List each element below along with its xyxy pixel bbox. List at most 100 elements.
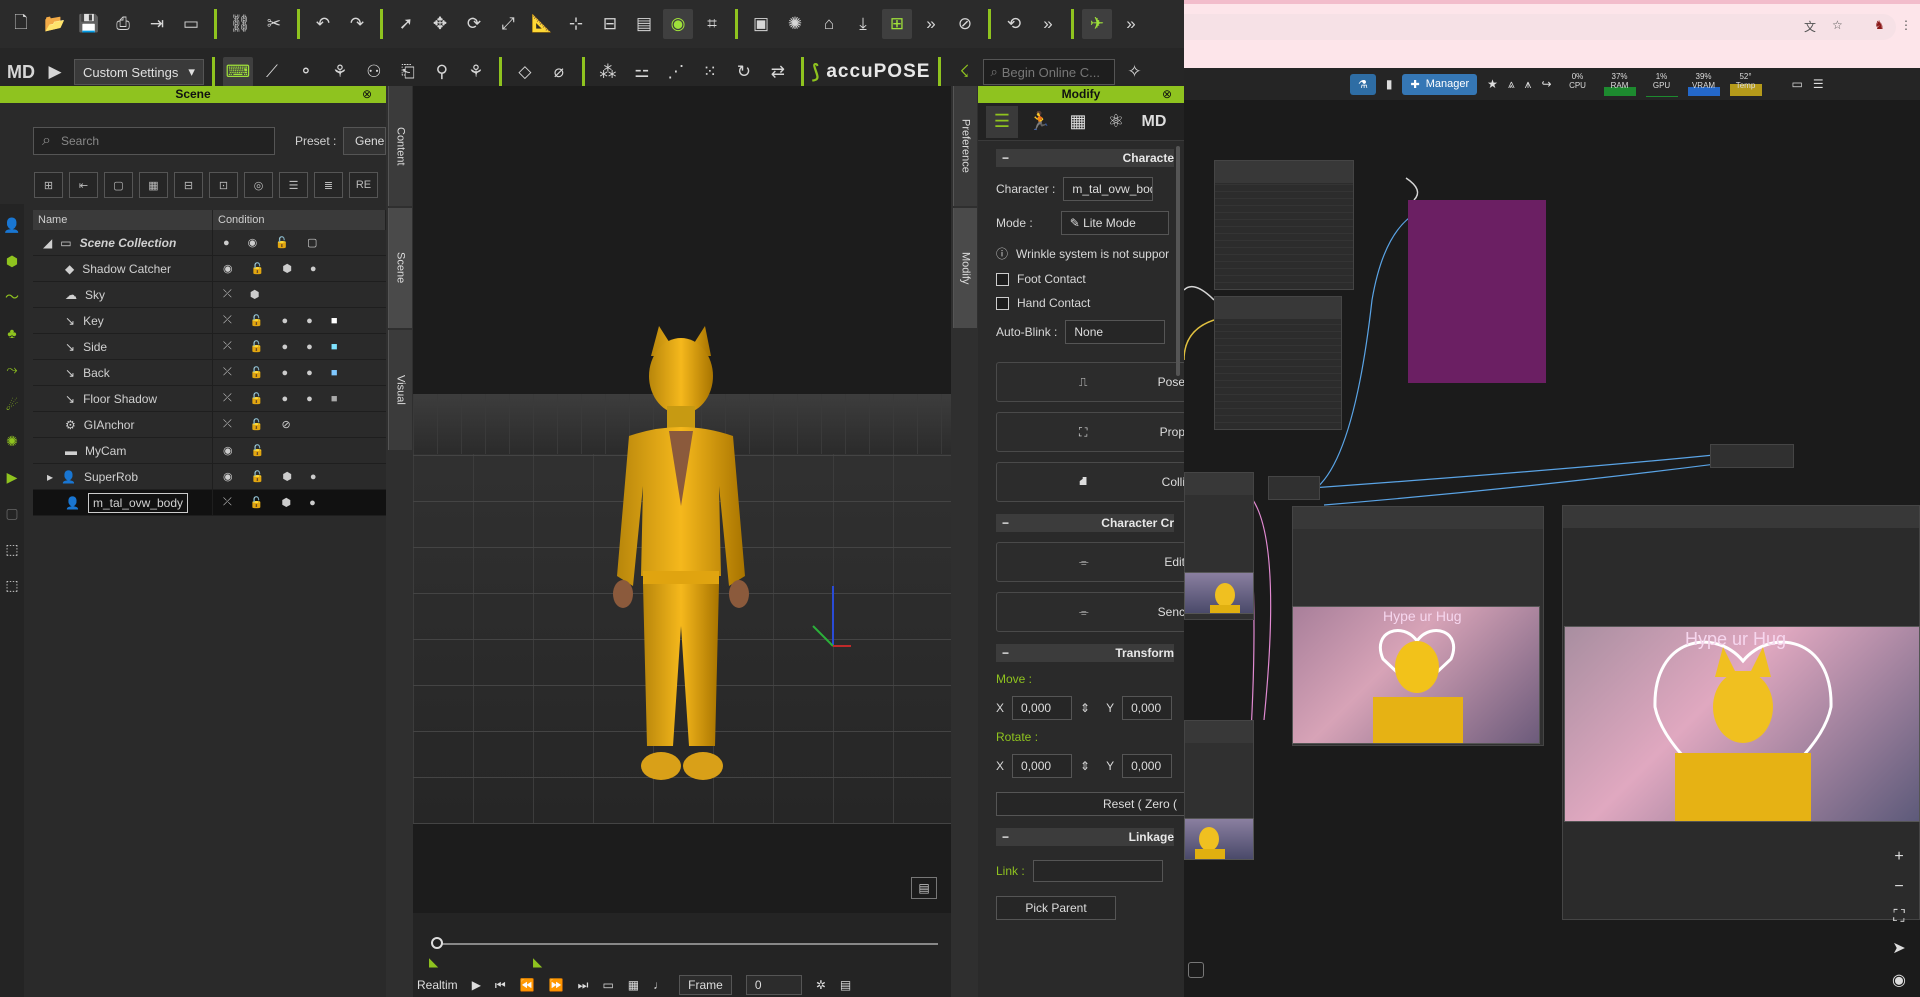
- zoom-in-icon[interactable]: +: [1894, 848, 1903, 866]
- import-icon[interactable]: ⎙: [108, 9, 138, 39]
- rotate-x-input[interactable]: 0,000: [1012, 754, 1073, 778]
- section-character-creator[interactable]: − Character Cr: [996, 514, 1174, 532]
- online-search-input[interactable]: ⌕ Begin Online C...: [983, 59, 1116, 85]
- subtitle-icon[interactable]: ▦: [628, 978, 639, 992]
- gamepad-icon[interactable]: ⌨: [222, 57, 253, 87]
- tab-modify[interactable]: Modify: [953, 208, 977, 328]
- hidden-eye-icon[interactable]: ⤫: [223, 366, 232, 379]
- node-box[interactable]: [1214, 160, 1354, 290]
- light-icon[interactable]: ✺: [780, 9, 810, 39]
- node-header[interactable]: [1563, 506, 1919, 528]
- motion-filter-icon[interactable]: 〜: [0, 282, 24, 312]
- new-collection-icon[interactable]: ⊞: [34, 172, 63, 198]
- list-detail-icon[interactable]: ≣: [314, 172, 343, 198]
- lock-icon[interactable]: 🔓: [250, 314, 264, 327]
- export-icon[interactable]: ⇥: [142, 9, 172, 39]
- walk-icon[interactable]: ⚲: [427, 57, 457, 87]
- camera-filter-icon[interactable]: ▶: [0, 462, 24, 492]
- foot-contact-checkbox[interactable]: [996, 272, 1009, 286]
- motion-icon[interactable]: 🏃: [1024, 106, 1056, 138]
- save-icon[interactable]: 💾: [74, 9, 104, 39]
- eye-icon[interactable]: ◉: [223, 444, 233, 457]
- table-row[interactable]: ☁ Sky ⤫ ⬢: [33, 282, 386, 308]
- effect-filter-icon[interactable]: ✺: [0, 426, 24, 456]
- section-transform[interactable]: − Transform: [996, 644, 1174, 662]
- table-row[interactable]: ↘ Key ⤫ 🔓 ● ● ■: [33, 308, 386, 334]
- view-icon[interactable]: ◎: [244, 172, 273, 198]
- fit-view-icon[interactable]: ⛶: [1893, 908, 1904, 926]
- table-row[interactable]: ↘ Floor Shadow ⤫ 🔓 ● ● ■: [33, 386, 386, 412]
- thumbnail-image[interactable]: [1184, 818, 1254, 860]
- play-icon[interactable]: ▶: [472, 978, 481, 992]
- camera-rotate-icon[interactable]: ⟲: [999, 9, 1029, 39]
- accupose-button[interactable]: ⟆ accuPOSE: [812, 61, 931, 84]
- list-icon[interactable]: ☰: [279, 172, 308, 198]
- lock-icon[interactable]: 🔓: [250, 392, 264, 405]
- node-box[interactable]: [1268, 476, 1320, 500]
- move-y-input[interactable]: 0,000: [1122, 696, 1173, 720]
- stepper-icon[interactable]: ⇕: [1080, 701, 1090, 715]
- table-row[interactable]: ⚙ GIAnchor ⤫ 🔓 ⊘: [33, 412, 386, 438]
- crowd-icon[interactable]: ⚇: [359, 57, 389, 87]
- sphere-icon[interactable]: ●: [306, 341, 313, 353]
- lock-icon[interactable]: 🔓: [275, 236, 289, 249]
- footstep-icon[interactable]: ⚘: [461, 57, 491, 87]
- close-icon[interactable]: ⊗: [362, 86, 372, 103]
- physics-icon[interactable]: ⚛: [1100, 106, 1132, 138]
- prop-button[interactable]: ⛶ Prop: [996, 412, 1184, 452]
- cube-icon[interactable]: ⬢: [282, 496, 292, 509]
- dot-icon[interactable]: ●: [282, 393, 289, 405]
- preset-dropdown[interactable]: Gene: [343, 127, 386, 155]
- prop-filter-icon[interactable]: ⬢: [0, 246, 24, 276]
- custom-settings-dropdown[interactable]: Custom Settings ▾: [74, 59, 204, 85]
- hidden-eye-icon[interactable]: ⤫: [223, 340, 232, 353]
- nodes-icon[interactable]: ⋰: [661, 57, 691, 87]
- window-icon[interactable]: ▣: [746, 9, 776, 39]
- forward-icon[interactable]: ⏩: [549, 978, 564, 992]
- attributes-icon[interactable]: ☰: [986, 105, 1018, 138]
- lock-icon[interactable]: 🔓: [251, 470, 265, 483]
- grid-dots-icon[interactable]: ⁙: [695, 57, 725, 87]
- table-row[interactable]: ▬ MyCam ◉ 🔓: [33, 438, 386, 464]
- section-linkage[interactable]: − Linkage: [996, 828, 1174, 846]
- rename-icon[interactable]: RE: [349, 172, 378, 198]
- move-x-input[interactable]: 0,000: [1012, 696, 1073, 720]
- add-node-icon[interactable]: ⊞: [882, 9, 912, 39]
- undo-icon[interactable]: ↶: [308, 9, 338, 39]
- character-figure[interactable]: [581, 326, 781, 826]
- link-icon[interactable]: ⛓: [225, 9, 255, 39]
- output-image[interactable]: Hype ur Hug: [1564, 626, 1920, 822]
- lock-icon[interactable]: 🔓: [251, 262, 265, 275]
- motion-icon[interactable]: ⚘: [325, 57, 355, 87]
- column-condition[interactable]: Condition: [213, 210, 386, 230]
- hidden-eye-icon[interactable]: ⤫: [223, 288, 232, 301]
- sphere-icon[interactable]: ●: [310, 263, 317, 275]
- section-character[interactable]: − Characte: [996, 149, 1174, 167]
- end-marker-icon[interactable]: ◣: [533, 955, 542, 969]
- dot-icon[interactable]: ●: [282, 315, 289, 327]
- visibility-eye-icon[interactable]: ◉: [663, 9, 693, 39]
- lock-icon[interactable]: 🔓: [250, 340, 264, 353]
- select-box-icon[interactable]: ⬚: [0, 534, 24, 564]
- avatar-filter-icon[interactable]: 👤: [0, 210, 24, 240]
- node-header[interactable]: [1215, 161, 1353, 183]
- plugin-icon[interactable]: ☇: [949, 57, 979, 87]
- collision-button[interactable]: ⛘ Colli: [996, 462, 1184, 502]
- timeline-track[interactable]: [433, 943, 938, 945]
- sphere-icon[interactable]: ●: [306, 315, 313, 327]
- pose-button[interactable]: ⎍ Pose: [996, 362, 1184, 402]
- hand-contact-checkbox[interactable]: [996, 296, 1009, 310]
- pick-parent-button[interactable]: Pick Parent: [996, 896, 1116, 920]
- preview-image[interactable]: Hype ur Hug: [1292, 606, 1540, 744]
- sphere-icon[interactable]: ●: [306, 367, 313, 379]
- hidden-eye-icon[interactable]: ⤫: [223, 392, 232, 405]
- hidden-eye-icon[interactable]: ⤫: [223, 496, 232, 509]
- color-swatch[interactable]: ■: [331, 393, 338, 405]
- last-frame-icon[interactable]: ⏭: [578, 978, 589, 993]
- cube-icon[interactable]: ⬢: [282, 262, 292, 275]
- group-box[interactable]: [1408, 200, 1546, 383]
- scale-icon[interactable]: ⤢: [493, 9, 523, 39]
- more-icon[interactable]: »: [916, 9, 946, 39]
- node-header[interactable]: [1215, 297, 1341, 319]
- lock-icon[interactable]: 🔓: [251, 444, 265, 457]
